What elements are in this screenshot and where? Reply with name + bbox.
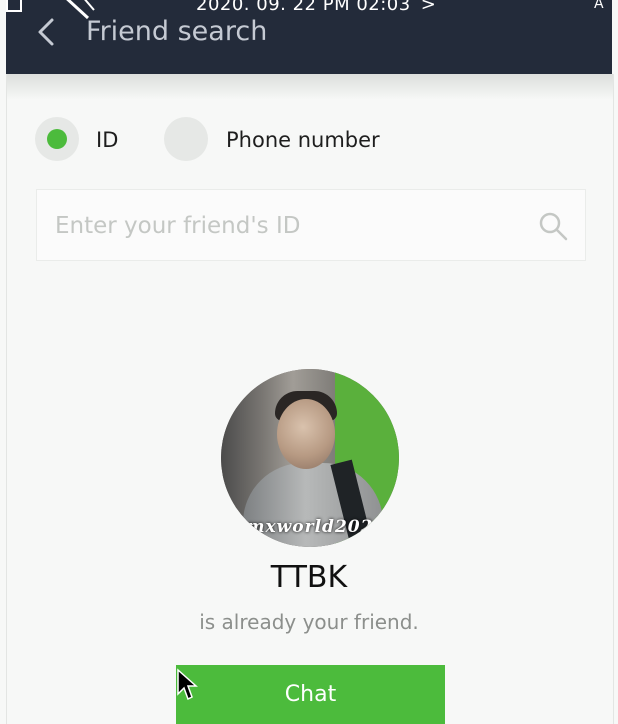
- chevron-left-icon: [38, 18, 54, 46]
- avatar: mxworld202: [221, 369, 399, 547]
- radio-id[interactable]: [35, 117, 79, 161]
- page-title: Friend search: [86, 16, 268, 47]
- back-button[interactable]: [34, 14, 62, 50]
- overlay-chevron-icon: >: [420, 0, 437, 15]
- overlay-square-icon: [6, 0, 22, 12]
- search-field: [36, 189, 586, 261]
- overlay-corner-icon: A: [594, 0, 604, 12]
- friend-status: is already your friend.: [199, 610, 419, 634]
- app-screen: Friend search 2020. 09. 22 PM 02:03 > A I…: [0, 0, 618, 724]
- radio-phone-number[interactable]: [164, 117, 208, 161]
- avatar-watermark: mxworld202: [246, 517, 374, 537]
- overlay-pen-icon: [66, 0, 95, 20]
- overlay-datetime-text: 2020. 09. 22 PM 02:03: [196, 0, 411, 15]
- header-shadow: [7, 74, 613, 100]
- mouse-cursor-icon: [177, 668, 198, 701]
- search-icon[interactable]: [537, 210, 569, 242]
- friend-id-input[interactable]: [53, 204, 527, 248]
- avatar-face: [277, 399, 335, 469]
- radio-id-label[interactable]: ID: [96, 124, 118, 156]
- chat-button[interactable]: Chat: [176, 665, 445, 724]
- overlay-datetime: 2020. 09. 22 PM 02:03 >: [196, 0, 436, 16]
- friend-name: TTBK: [270, 560, 348, 595]
- radio-phone-number-label[interactable]: Phone number: [226, 124, 380, 156]
- radio-selected-dot: [47, 129, 67, 149]
